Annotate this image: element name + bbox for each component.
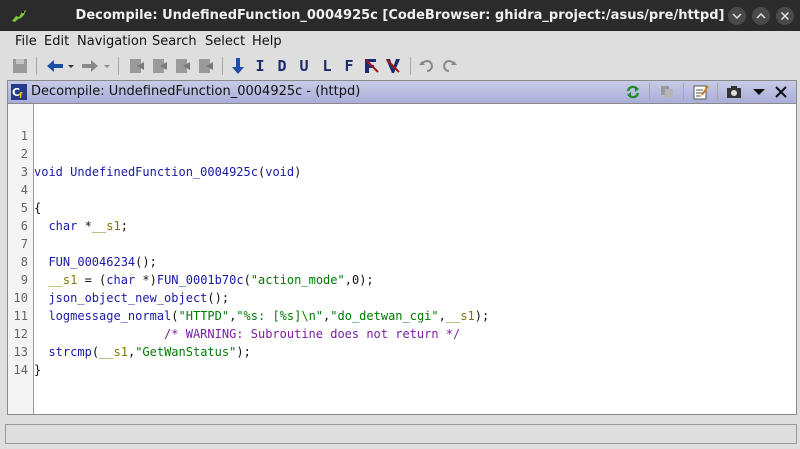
menu-help[interactable]: Help [252,31,282,53]
menu-bar: File Edit Navigation Search Select Help [0,31,800,53]
menu-navigation[interactable]: Navigation [77,31,147,53]
undo-icon[interactable] [418,56,436,76]
code-line: 1 [8,109,796,143]
panel-separator [683,83,684,101]
back-dropdown-icon[interactable] [67,56,75,76]
edit-function-signature-icon[interactable] [692,83,710,101]
toolbar-separator [410,57,411,75]
code-line: 2 void UndefinedFunction_0004925c(void) [8,127,796,179]
decompiler-panel: C f Decompile: UndefinedFunction_0004925… [7,80,797,415]
maximize-icon [756,12,766,19]
svg-text:f: f [19,91,23,100]
forward-dropdown-icon[interactable] [103,56,111,76]
minimize-button[interactable] [728,7,746,25]
code-line: 13 } [8,325,796,377]
code-line: 12 strcmp(__s1,"GetWanStatus"); [8,307,796,359]
next-function-icon[interactable] [150,56,170,76]
panel-menu-dropdown-icon[interactable] [750,83,768,101]
code-line: 7 FUN_00046234(); [8,217,796,269]
maximize-button[interactable] [752,7,770,25]
menu-edit[interactable]: Edit [44,31,69,53]
close-window-button[interactable] [776,7,794,25]
code-line: 8 __s1 = (char *)FUN_0001b70c("action_mo… [8,235,796,287]
decompiled-code-view[interactable]: 1 2 void UndefinedFunction_0004925c(void… [8,104,796,414]
title-bar: Decompile: UndefinedFunction_0004925c [C… [0,0,800,31]
code-line: 9 json_object_new_object(); [8,253,796,305]
close-icon [780,11,790,21]
code-line: 10 logmessage_normal("HTTPD","%s: [%s]\n… [8,271,796,323]
window-title: Decompile: UndefinedFunction_0004925c [C… [75,8,725,23]
toolbar: I D U L F [0,53,800,79]
code-line: 6 [8,199,796,233]
code-line: 14 [8,343,796,377]
panel-title: Decompile: UndefinedFunction_0004925c - … [31,84,361,99]
save-icon[interactable] [11,56,29,76]
close-panel-icon[interactable] [772,83,790,101]
minimize-icon [732,13,742,20]
toolbar-separator [36,57,37,75]
code-line: 4 { [8,163,796,215]
menu-file[interactable]: File [15,31,37,53]
code-line: 3 [8,145,796,179]
panel-separator [649,83,650,101]
ghidra-window: Decompile: UndefinedFunction_0004925c [C… [0,0,800,449]
next-different-value-icon[interactable] [384,56,402,76]
refresh-icon[interactable] [624,83,642,101]
next-instruction-icon[interactable] [196,56,216,76]
toolbar-separator [118,57,119,75]
line-number: 14 [13,363,28,377]
previous-instruction-icon[interactable] [173,56,193,76]
forward-arrow-icon[interactable] [80,56,100,76]
code-line: 5 char *__s1; [8,181,796,233]
decompiler-icon: C f [11,84,27,100]
next-data-letter-button[interactable]: D [273,55,291,77]
next-undefined-letter-button[interactable]: U [295,55,313,77]
snapshot-camera-icon[interactable] [725,83,743,101]
code-line: 11 /* WARNING: Subroutine does not retur… [8,289,796,341]
back-arrow-icon[interactable] [45,56,65,76]
next-function-letter-button[interactable]: F [340,55,358,77]
copy-icon[interactable] [658,83,676,101]
down-arrow-icon[interactable] [230,56,246,76]
panel-header: C f Decompile: UndefinedFunction_0004925… [8,81,796,104]
redo-icon[interactable] [440,56,458,76]
next-label-letter-button[interactable]: L [318,55,336,77]
status-bar [5,424,797,444]
previous-function-icon[interactable] [127,56,147,76]
panel-separator [717,83,718,101]
next-non-function-icon[interactable] [362,56,380,76]
next-instruction-letter-button[interactable]: I [251,55,269,77]
toolbar-separator [222,57,223,75]
menu-select[interactable]: Select [205,31,245,53]
menu-search[interactable]: Search [152,31,197,53]
